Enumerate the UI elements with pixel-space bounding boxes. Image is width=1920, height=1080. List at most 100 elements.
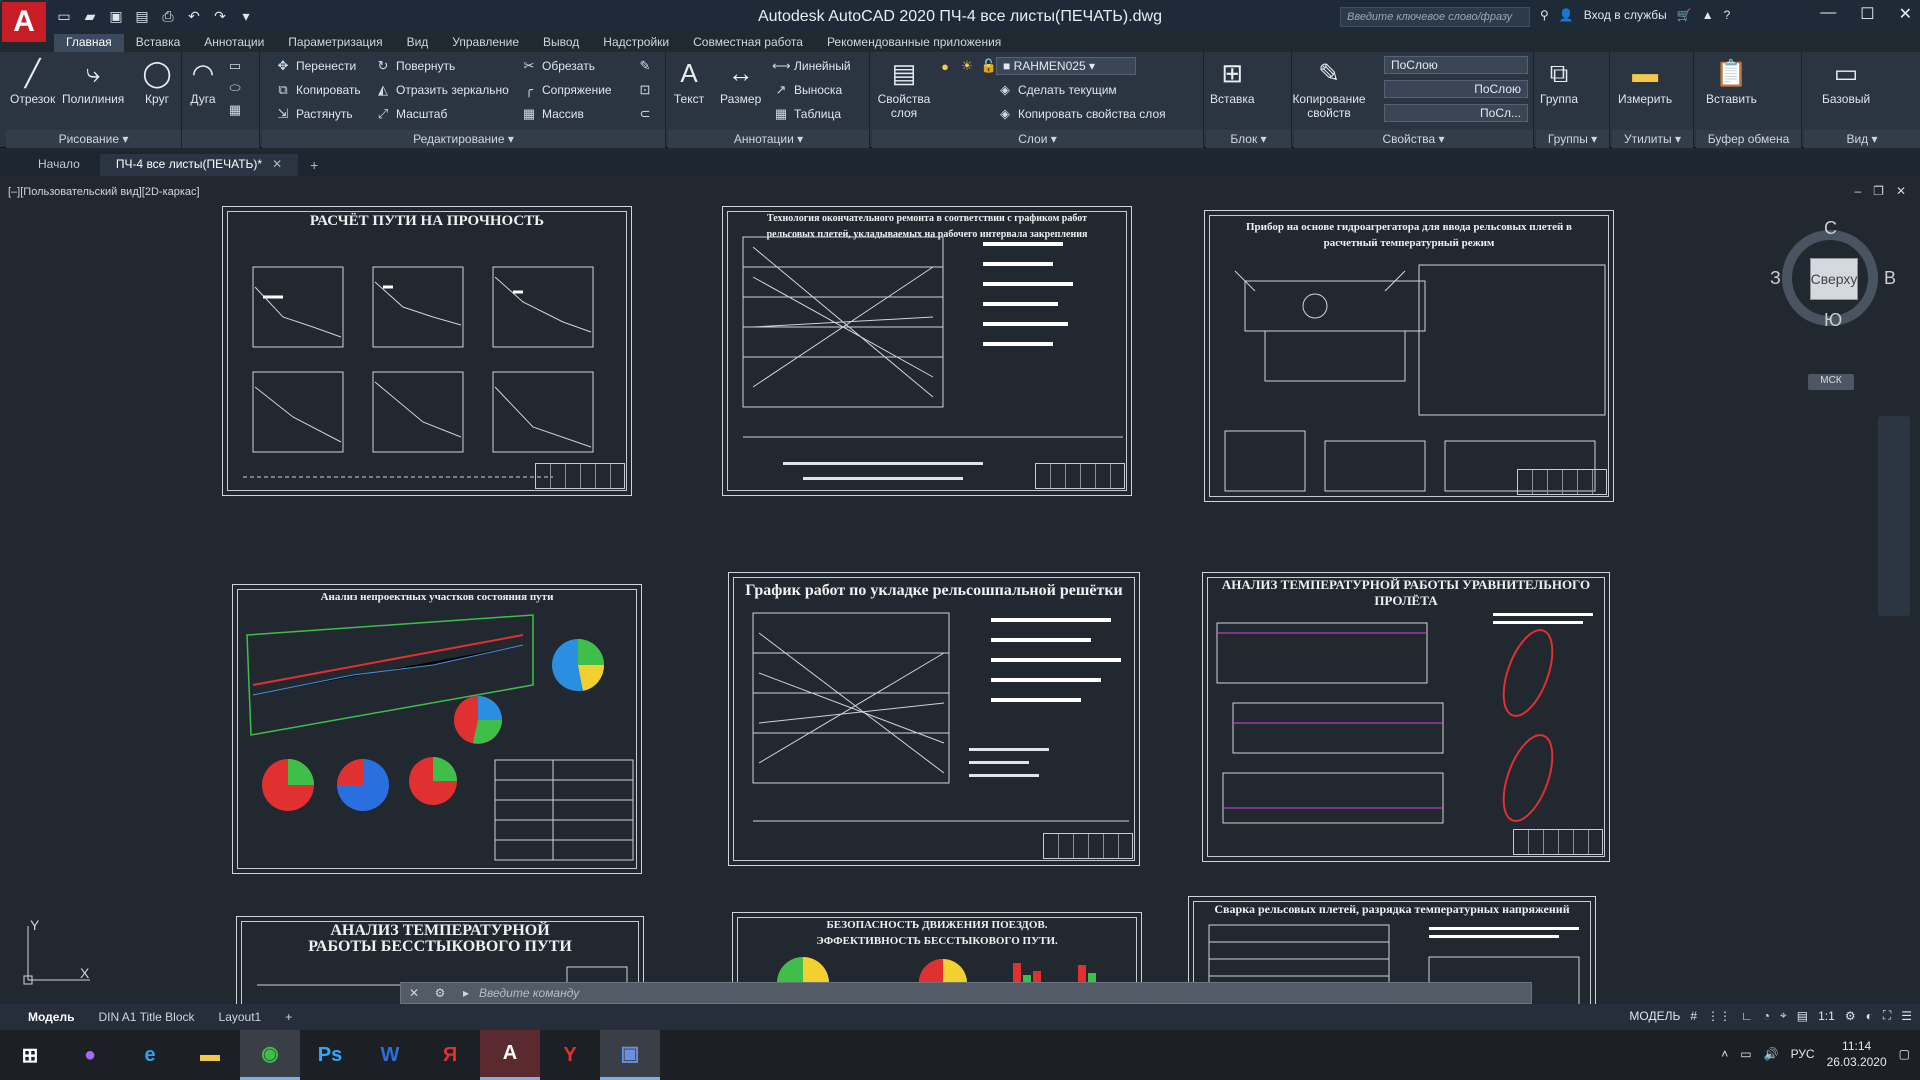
rotate-button[interactable]: ↻ Повернуть [374,56,456,76]
model-space-toggle[interactable]: МОДЕЛЬ [1629,1009,1680,1023]
mirror-button[interactable]: ◭ Отразить зеркально [374,80,509,100]
text-button[interactable]: A Текст [672,56,706,106]
redo-icon[interactable]: ↷ [210,6,230,26]
workspace-gear-icon[interactable]: ⚙ [1845,1009,1856,1023]
groups-panel-title[interactable]: Группы ▾ [1536,130,1609,148]
minimize-icon[interactable]: — [1820,4,1836,24]
new-file-icon[interactable]: ▭ [54,6,74,26]
save-as-icon[interactable]: ▤ [132,6,152,26]
tab-output[interactable]: Вывод [531,34,591,52]
explode-button[interactable]: ⊡ [636,80,658,100]
layer-state-icons[interactable]: ● ☀ 🔓 [936,56,1002,76]
annotation-panel-title[interactable]: Аннотации ▾ [668,130,869,148]
stretch-button[interactable]: ⇲ Растянуть [274,104,353,124]
viewport-close-icon[interactable]: ✕ [1896,184,1906,198]
lineweight-dropdown[interactable]: ПоСл... [1384,104,1528,122]
polyline-button[interactable]: ⤷ Полилиния [62,56,124,106]
command-close-icon[interactable]: ✕ [401,986,427,1000]
block-panel-title[interactable]: Блок ▾ [1206,130,1291,148]
cart-icon[interactable]: 🛒 [1677,8,1692,22]
isolate-icon[interactable]: ◐ [1866,1009,1873,1023]
snap-icon[interactable]: ⋮⋮ [1707,1009,1731,1023]
command-line[interactable]: ✕ ⚙ ▸ Введите команду [400,982,1532,1004]
hatch-button[interactable]: ▦ [226,100,248,120]
word-icon[interactable]: W [360,1030,420,1080]
layer-properties-button[interactable]: ▤ Свойства слоя [876,56,932,120]
autodesk-icon[interactable]: ▲ [1702,8,1714,22]
circle-button[interactable]: ◯ Круг [140,56,174,106]
customize-qat-icon[interactable]: ▾ [236,6,256,26]
arc-button[interactable]: ◠ Дуга [186,56,220,106]
internet-explorer-icon[interactable]: e [120,1030,180,1080]
modify-panel-title[interactable]: Редактирование ▾ [262,130,665,148]
chrome-icon[interactable]: ◉ [240,1030,300,1080]
grid-icon[interactable]: # [1690,1009,1697,1023]
fillet-button[interactable]: ╭ Сопряжение [520,80,612,100]
compass-east[interactable]: В [1884,268,1896,289]
viewport-restore-icon[interactable]: ❐ [1873,184,1884,198]
tab-drawing[interactable]: ПЧ-4 все листы(ПЕЧАТЬ)* ✕ [99,154,299,176]
clock[interactable]: 11:14 26.03.2020 [1827,1038,1887,1070]
tab-collaborate[interactable]: Совместная работа [681,34,815,52]
viewcube-top-face[interactable]: Сверху [1810,258,1858,300]
paste-button[interactable]: 📋 Вставить [1706,56,1757,106]
lineweight-icon[interactable]: ▤ [1797,1009,1808,1023]
match-properties-button[interactable]: ✎ Копирование свойств [1292,56,1365,120]
tab-featured-apps[interactable]: Рекомендованные приложения [815,34,1013,52]
ortho-icon[interactable]: ∟ [1741,1009,1753,1023]
tab-layout1[interactable]: Layout1 [207,1007,274,1027]
drawing-sheet[interactable]: РАСЧЁТ ПУТИ НА ПРОЧНОСТЬ [222,206,632,496]
command-input[interactable]: Введите команду [479,986,579,1000]
polar-icon[interactable]: ◔ [1763,1009,1770,1023]
compass-west[interactable]: З [1770,268,1781,289]
offset-button[interactable]: ⊂ [636,104,658,124]
user-icon[interactable]: 👤 [1559,8,1574,22]
group-button[interactable]: ⧉ Группа [1540,56,1578,106]
dimension-button[interactable]: ↔ Размер [720,56,761,106]
plot-icon[interactable]: ⎙ [158,6,178,26]
viewport-minimize-icon[interactable]: – [1854,184,1861,198]
maximize-icon[interactable]: ☐ [1860,4,1874,24]
alice-icon[interactable]: ● [60,1030,120,1080]
base-view-button[interactable]: ▭ Базовый [1822,56,1870,106]
help-icon[interactable]: ? [1724,8,1731,22]
tab-model[interactable]: Модель [16,1007,86,1027]
photoshop-icon[interactable]: Ps [300,1030,360,1080]
command-settings-icon[interactable]: ⚙ [427,986,453,1000]
tab-view[interactable]: Вид [395,34,441,52]
trim-button[interactable]: ✂ Обрезать [520,56,595,76]
tab-start[interactable]: Начало [22,154,96,176]
table-button[interactable]: ▦ Таблица [772,104,841,124]
viewport-controls-label[interactable]: [–][Пользовательский вид][2D-каркас] [8,186,200,198]
volume-icon[interactable]: 🔊 [1764,1047,1779,1061]
match-layer-button[interactable]: ◈ Копировать свойства слоя [996,104,1166,124]
utilities-panel-title[interactable]: Утилиты ▾ [1612,130,1693,148]
tab-home[interactable]: Главная [54,34,124,52]
linear-dim-button[interactable]: ⟷ Линейный [772,56,851,76]
notifications-icon[interactable]: ▢ [1899,1047,1910,1061]
measure-button[interactable]: ▬ Измерить [1618,56,1672,106]
rectangle-button[interactable]: ▭ [226,56,248,76]
move-button[interactable]: ✥ Перенести [274,56,357,76]
file-explorer-icon[interactable]: ▬ [180,1030,240,1080]
tab-annotate[interactable]: Аннотации [192,34,276,52]
search-input[interactable]: Введите ключевое слово/фразу [1340,7,1530,27]
draw-panel-title[interactable]: Рисование ▾ [6,130,181,148]
drawing-sheet[interactable]: АНАЛИЗ ТЕМПЕРАТУРНОЙ РАБОТЫ УРАВНИТЕЛЬНО… [1202,572,1610,862]
undo-icon[interactable]: ↶ [184,6,204,26]
yandex-icon[interactable]: Y [540,1030,600,1080]
drawing-sheet[interactable]: Прибор на основе гидроагрегатора для вво… [1204,210,1614,502]
drawing-sheet[interactable]: Анализ непроектных участков состояния пу… [232,584,642,874]
color-dropdown[interactable]: ПоСлою [1384,56,1528,74]
ellipse-button[interactable]: ⬭ [226,78,248,98]
wcs-menu-button[interactable]: МСК [1808,374,1854,390]
close-icon[interactable]: ✕ [1899,4,1912,24]
layer-dropdown[interactable]: ■ RAHMEN025 ▾ [996,57,1136,75]
linetype-dropdown[interactable]: ПоСлою [1384,80,1528,98]
properties-panel-title[interactable]: Свойства ▾ [1294,130,1533,148]
tab-layout-din-a1[interactable]: DIN A1 Title Block [86,1007,206,1027]
yandex-browser-icon[interactable]: Я [420,1030,480,1080]
osnap-icon[interactable]: ⌖ [1780,1008,1787,1023]
save-app-icon[interactable]: ▣ [600,1030,660,1080]
viewcube[interactable]: Сверху С Ю В З [1770,218,1896,338]
